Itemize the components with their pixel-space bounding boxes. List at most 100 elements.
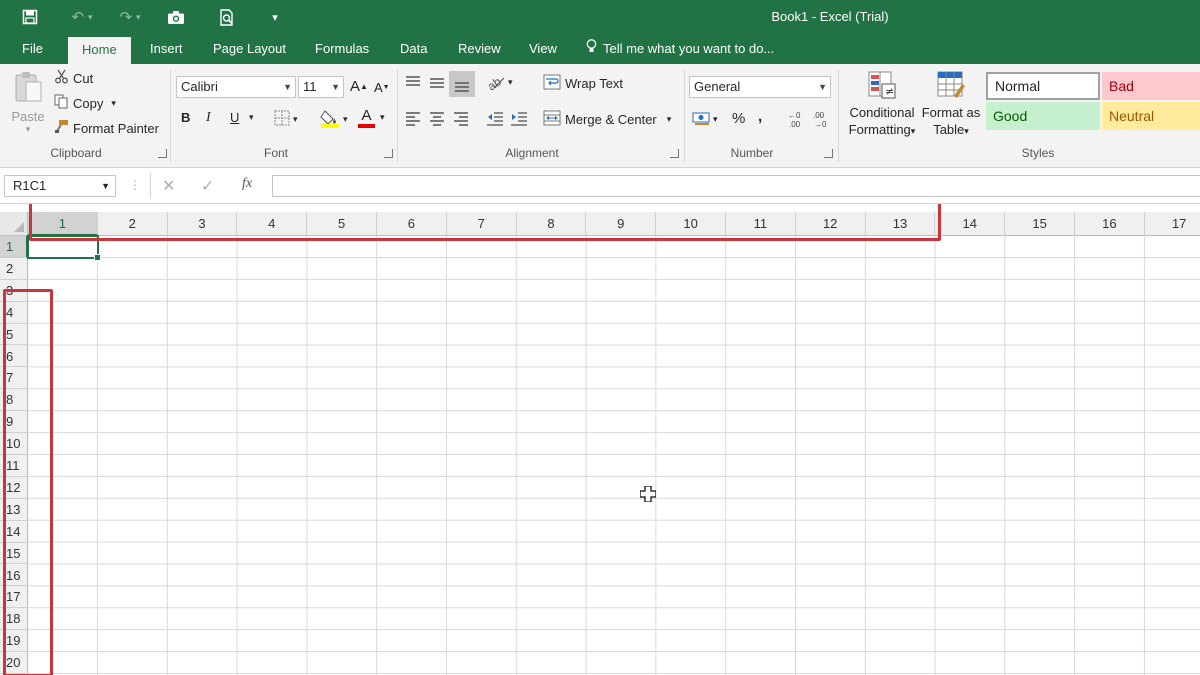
paste-label: Paste	[11, 109, 45, 124]
fill-color-button[interactable]: ▾	[320, 108, 348, 131]
font-size-value: 11	[303, 79, 317, 94]
row-header-1[interactable]: 1	[0, 236, 28, 258]
cell-select-cursor-icon	[639, 485, 657, 503]
row-header-2[interactable]: 2	[0, 258, 28, 280]
align-center-icon[interactable]	[428, 110, 446, 126]
save-icon[interactable]	[18, 5, 42, 29]
tab-formulas[interactable]: Formulas	[311, 34, 373, 64]
font-dialog-launcher[interactable]	[384, 149, 393, 158]
camera-icon[interactable]	[164, 5, 188, 29]
increase-decimal-icon[interactable]: ←0.00	[786, 110, 806, 128]
style-normal[interactable]: Normal	[986, 72, 1100, 100]
name-box[interactable]: R1C1 ▼	[4, 175, 116, 197]
paintbrush-icon	[54, 119, 69, 137]
align-left-icon[interactable]	[404, 110, 422, 126]
format-painter-button[interactable]: Format Painter	[54, 118, 159, 138]
column-header-15[interactable]: 15	[1005, 212, 1075, 236]
tab-home[interactable]: Home	[68, 37, 131, 64]
redo-icon[interactable]: ↷ ▾	[112, 5, 148, 29]
align-right-icon[interactable]	[452, 110, 470, 126]
column-header-16[interactable]: 16	[1075, 212, 1145, 236]
alignment-dialog-launcher[interactable]	[670, 149, 679, 158]
cell-area[interactable]	[28, 236, 1200, 675]
font-name-value: Calibri	[181, 79, 218, 94]
format-as-table-icon	[936, 70, 966, 104]
accounting-format-button[interactable]: ▾	[692, 110, 718, 129]
row-headers-highlight-box	[3, 289, 53, 675]
formula-bar-grip-icon[interactable]: ⋮	[129, 178, 141, 192]
underline-dropdown-icon[interactable]: ▾	[249, 112, 254, 123]
wrap-text-button[interactable]: Wrap Text	[543, 74, 623, 93]
number-format-dropdown-icon: ▼	[818, 82, 827, 92]
orientation-icon[interactable]: ab ▾	[486, 74, 513, 90]
customize-qat-icon[interactable]: ▾	[265, 5, 285, 29]
number-dialog-launcher[interactable]	[824, 149, 833, 158]
tab-insert[interactable]: Insert	[146, 34, 187, 64]
cancel-icon[interactable]: ✕	[162, 176, 175, 196]
number-group-label: Number	[730, 146, 774, 160]
scissors-icon	[54, 69, 69, 87]
decrease-indent-icon[interactable]	[486, 110, 504, 126]
clipboard-dialog-launcher[interactable]	[158, 149, 167, 158]
comma-style-button[interactable]: ,	[758, 108, 762, 125]
font-color-button[interactable]: A	[358, 108, 375, 128]
conditional-formatting-button[interactable]: ≠ Conditional Formatting▾	[844, 70, 920, 140]
copy-dropdown-icon[interactable]: ▾	[111, 98, 116, 109]
tell-me-box[interactable]: Tell me what you want to do...	[586, 34, 774, 64]
paste-button[interactable]: Paste ▾	[8, 70, 48, 135]
style-neutral[interactable]: Neutral	[1102, 102, 1200, 130]
tab-review[interactable]: Review	[454, 34, 505, 64]
borders-button[interactable]: ▾	[274, 110, 298, 129]
increase-indent-icon[interactable]	[510, 110, 528, 126]
decrease-decimal-icon[interactable]: .00 →0	[810, 110, 830, 128]
style-bad[interactable]: Bad	[1102, 72, 1200, 100]
style-good[interactable]: Good	[986, 102, 1100, 130]
align-bottom-icon[interactable]	[449, 71, 475, 97]
format-as-table-button[interactable]: Format as Table▾	[920, 70, 982, 140]
format-as-table-label-1: Format as	[921, 105, 981, 120]
title-bar: ↶ ▾ ↷ ▾ ▾ Book1 - Excel (Trial)	[0, 0, 1200, 34]
italic-button[interactable]: I	[206, 110, 211, 126]
shrink-font-button[interactable]: A ▼	[374, 80, 390, 95]
align-middle-icon[interactable]	[428, 74, 446, 90]
insert-function-button[interactable]: fx	[242, 176, 252, 192]
excel-window: ↶ ▾ ↷ ▾ ▾ Book1 - Excel (Trial) File Hom…	[0, 0, 1200, 675]
font-size-combo[interactable]: 11 ▼	[298, 76, 344, 98]
window-title: Book1 - Excel (Trial)	[771, 9, 889, 24]
tab-data[interactable]: Data	[396, 34, 431, 64]
undo-icon[interactable]: ↶ ▾	[64, 5, 100, 29]
shrink-font-label: A	[374, 80, 383, 95]
tab-file[interactable]: File	[18, 34, 47, 64]
formula-input[interactable]	[272, 175, 1200, 197]
fill-color-dropdown-icon: ▾	[343, 114, 348, 124]
font-color-dropdown-icon[interactable]: ▾	[380, 112, 385, 123]
bold-button[interactable]: B	[181, 110, 190, 125]
font-color-swatch	[358, 124, 375, 128]
copy-label: Copy	[73, 95, 104, 111]
wrap-text-icon	[543, 74, 561, 93]
number-format-combo[interactable]: General ▼	[689, 76, 831, 98]
alignment-group-label: Alignment	[505, 146, 559, 160]
lightbulb-icon	[586, 34, 597, 64]
select-all-button[interactable]	[0, 212, 28, 236]
tell-me-text: Tell me what you want to do...	[603, 41, 775, 56]
tab-page-layout[interactable]: Page Layout	[209, 34, 290, 64]
percent-style-button[interactable]: %	[732, 110, 745, 127]
merge-center-button[interactable]: Merge & Center ▾	[543, 110, 671, 129]
tab-view[interactable]: View	[525, 34, 561, 64]
copy-button[interactable]: Copy ▾	[54, 93, 116, 113]
column-header-17[interactable]: 17	[1145, 212, 1200, 236]
font-name-combo[interactable]: Calibri ▼	[176, 76, 296, 98]
fill-bucket-icon	[320, 108, 340, 131]
svg-text:←0: ←0	[788, 111, 801, 120]
align-top-icon[interactable]	[404, 74, 422, 90]
enter-icon[interactable]: ✓	[201, 176, 214, 196]
print-preview-icon[interactable]	[215, 5, 239, 29]
clipboard-group-label: Clipboard	[50, 146, 102, 160]
grow-font-button[interactable]: A ▲	[350, 78, 368, 95]
svg-text:.00: .00	[813, 111, 825, 120]
cut-button[interactable]: Cut	[54, 68, 93, 88]
underline-button[interactable]: U	[230, 110, 239, 125]
column-header-14[interactable]: 14	[935, 212, 1006, 236]
borders-dropdown-icon: ▾	[293, 114, 298, 124]
